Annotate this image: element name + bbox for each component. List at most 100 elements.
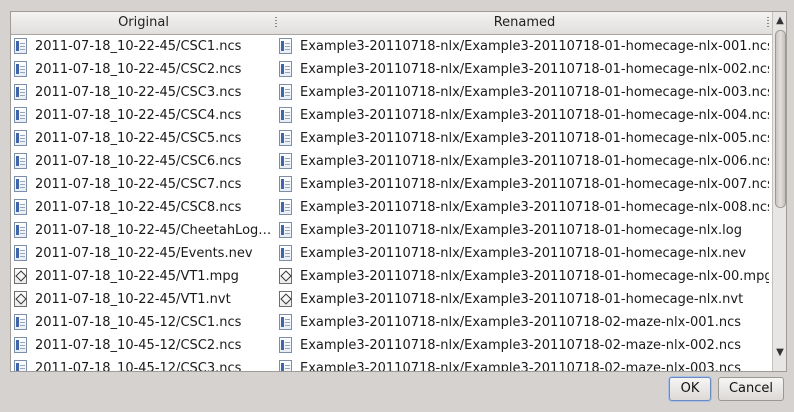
original-name-cell: 2011-07-18_10-45-12/CSC2.ncs	[14, 334, 272, 357]
data-file-icon	[279, 244, 292, 261]
table-row[interactable]: 2011-07-18_10-22-45/CSC7.ncs Example3-201…	[11, 173, 772, 196]
data-file-icon	[279, 221, 292, 238]
original-name: 2011-07-18_10-22-45/CSC3.ncs	[35, 85, 242, 100]
data-file-icon	[14, 359, 27, 371]
scroll-up-arrow-icon[interactable]: ▲	[773, 14, 786, 28]
renamed-name-cell: Example3-20110718-nlx/Example3-20110718-…	[279, 35, 769, 58]
data-file-icon	[279, 37, 292, 54]
table-row[interactable]: 2011-07-18_10-22-45/VT1.mpg Example3-2011…	[11, 265, 772, 288]
table-row[interactable]: 2011-07-18_10-22-45/CSC2.ncs Example3-201…	[11, 58, 772, 81]
original-name: 2011-07-18_10-22-45/CSC6.ncs	[35, 154, 242, 169]
data-file-icon	[14, 336, 27, 353]
renamed-name: Example3-20110718-nlx/Example3-20110718-…	[300, 292, 744, 307]
table-row[interactable]: 2011-07-18_10-22-45/CSC8.ncs Example3-201…	[11, 196, 772, 219]
data-file-icon	[279, 359, 292, 371]
scrollbar-thumb[interactable]	[775, 30, 786, 208]
table-row[interactable]: 2011-07-18_10-22-45/CSC3.ncs Example3-201…	[11, 81, 772, 104]
column-header-renamed[interactable]: Renamed	[277, 12, 772, 34]
table-row[interactable]: 2011-07-18_10-22-45/CSC1.ncs Example3-201…	[11, 35, 772, 58]
data-file-icon	[14, 313, 27, 330]
table-row[interactable]: 2011-07-18_10-22-45/CSC4.ncs Example3-201…	[11, 104, 772, 127]
file-list: 2011-07-18_10-22-45/CSC1.ncs Example3-201…	[11, 35, 772, 372]
data-file-icon	[279, 60, 292, 77]
table-row[interactable]: 2011-07-18_10-45-12/CSC3.ncs Example3-201…	[11, 357, 772, 372]
renamed-name: Example3-20110718-nlx/Example3-20110718-…	[300, 131, 769, 146]
ok-button[interactable]: OK	[669, 377, 711, 401]
renamed-name-cell: Example3-20110718-nlx/Example3-20110718-…	[279, 150, 769, 173]
original-name: 2011-07-18_10-45-12/CSC3.ncs	[35, 361, 242, 372]
renamed-name: Example3-20110718-nlx/Example3-20110718-…	[300, 269, 769, 284]
scroll-down-arrow-icon[interactable]: ▼	[773, 346, 786, 360]
table-row[interactable]: 2011-07-18_10-45-12/CSC2.ncs Example3-201…	[11, 334, 772, 357]
data-file-icon	[279, 106, 292, 123]
original-name-cell: 2011-07-18_10-45-12/CSC1.ncs	[14, 311, 272, 334]
original-name: 2011-07-18_10-22-45/CSC1.ncs	[35, 39, 242, 54]
table-row[interactable]: 2011-07-18_10-22-45/VT1.nvt Example3-2011…	[11, 288, 772, 311]
renamed-name-cell: Example3-20110718-nlx/Example3-20110718-…	[279, 357, 769, 372]
data-file-icon	[279, 313, 292, 330]
renamed-name: Example3-20110718-nlx/Example3-20110718-…	[300, 223, 742, 238]
renamed-name: Example3-20110718-nlx/Example3-20110718-…	[300, 85, 769, 100]
renamed-name: Example3-20110718-nlx/Example3-20110718-…	[300, 177, 769, 192]
original-name-cell: 2011-07-18_10-22-45/Events.nev	[14, 242, 272, 265]
renamed-name-cell: Example3-20110718-nlx/Example3-20110718-…	[279, 311, 769, 334]
original-name: 2011-07-18_10-22-45/CSC2.ncs	[35, 62, 242, 77]
table-row[interactable]: 2011-07-18_10-22-45/Events.nev Example3-2…	[11, 242, 772, 265]
renamed-name-cell: Example3-20110718-nlx/Example3-20110718-…	[279, 104, 769, 127]
data-file-icon	[14, 221, 27, 238]
original-name-cell: 2011-07-18_10-22-45/CSC1.ncs	[14, 35, 272, 58]
media-file-icon	[14, 267, 27, 284]
renamed-name: Example3-20110718-nlx/Example3-20110718-…	[300, 39, 769, 54]
original-name-cell: 2011-07-18_10-22-45/VT1.nvt	[14, 288, 272, 311]
data-file-icon	[14, 106, 27, 123]
renamed-name-cell: Example3-20110718-nlx/Example3-20110718-…	[279, 288, 769, 311]
table-row[interactable]: 2011-07-18_10-45-12/CSC1.ncs Example3-201…	[11, 311, 772, 334]
original-name: 2011-07-18_10-22-45/CSC4.ncs	[35, 108, 242, 123]
original-name-cell: 2011-07-18_10-22-45/VT1.mpg	[14, 265, 272, 288]
renamed-name: Example3-20110718-nlx/Example3-20110718-…	[300, 361, 742, 372]
original-name: 2011-07-18_10-45-12/CSC1.ncs	[35, 315, 242, 330]
renamed-name: Example3-20110718-nlx/Example3-20110718-…	[300, 315, 742, 330]
original-name: 2011-07-18_10-22-45/CSC7.ncs	[35, 177, 242, 192]
original-name-cell: 2011-07-18_10-22-45/CSC2.ncs	[14, 58, 272, 81]
media-file-icon	[279, 290, 292, 307]
original-name-cell: 2011-07-18_10-22-45/CheetahLog…	[14, 219, 272, 242]
original-name: 2011-07-18_10-22-45/CSC5.ncs	[35, 131, 242, 146]
original-name-cell: 2011-07-18_10-22-45/CSC4.ncs	[14, 104, 272, 127]
table-header: Original Renamed	[11, 12, 772, 35]
renamed-name-cell: Example3-20110718-nlx/Example3-20110718-…	[279, 58, 769, 81]
original-name: 2011-07-18_10-22-45/CSC8.ncs	[35, 200, 242, 215]
table-row[interactable]: 2011-07-18_10-22-45/CSC5.ncs Example3-201…	[11, 127, 772, 150]
renamed-name: Example3-20110718-nlx/Example3-20110718-…	[300, 108, 769, 123]
table-row[interactable]: 2011-07-18_10-22-45/CSC6.ncs Example3-201…	[11, 150, 772, 173]
data-file-icon	[279, 83, 292, 100]
data-file-icon	[14, 198, 27, 215]
data-file-icon	[14, 37, 27, 54]
data-file-icon	[14, 152, 27, 169]
column-header-original[interactable]: Original	[11, 12, 276, 34]
original-name: 2011-07-18_10-22-45/CheetahLog…	[35, 223, 272, 238]
original-name-cell: 2011-07-18_10-22-45/CSC6.ncs	[14, 150, 272, 173]
renamed-name-cell: Example3-20110718-nlx/Example3-20110718-…	[279, 334, 769, 357]
data-file-icon	[14, 175, 27, 192]
renamed-name-cell: Example3-20110718-nlx/Example3-20110718-…	[279, 242, 769, 265]
table-row[interactable]: 2011-07-18_10-22-45/CheetahLog… Example3-…	[11, 219, 772, 242]
media-file-icon	[14, 290, 27, 307]
column-resize-handle[interactable]	[767, 17, 769, 29]
original-name-cell: 2011-07-18_10-22-45/CSC8.ncs	[14, 196, 272, 219]
renamed-name: Example3-20110718-nlx/Example3-20110718-…	[300, 246, 747, 261]
data-file-icon	[279, 152, 292, 169]
renamed-name-cell: Example3-20110718-nlx/Example3-20110718-…	[279, 173, 769, 196]
renamed-name: Example3-20110718-nlx/Example3-20110718-…	[300, 338, 742, 353]
media-file-icon	[279, 267, 292, 284]
original-name: 2011-07-18_10-22-45/VT1.nvt	[35, 292, 231, 307]
renamed-name-cell: Example3-20110718-nlx/Example3-20110718-…	[279, 265, 769, 288]
original-name-cell: 2011-07-18_10-22-45/CSC5.ncs	[14, 127, 272, 150]
renamed-name-cell: Example3-20110718-nlx/Example3-20110718-…	[279, 127, 769, 150]
renamed-name: Example3-20110718-nlx/Example3-20110718-…	[300, 200, 769, 215]
original-name: 2011-07-18_10-45-12/CSC2.ncs	[35, 338, 242, 353]
cancel-button[interactable]: Cancel	[718, 377, 784, 401]
data-file-icon	[279, 198, 292, 215]
vertical-scrollbar[interactable]: ▲ ▼	[772, 12, 786, 371]
renamed-name: Example3-20110718-nlx/Example3-20110718-…	[300, 154, 769, 169]
